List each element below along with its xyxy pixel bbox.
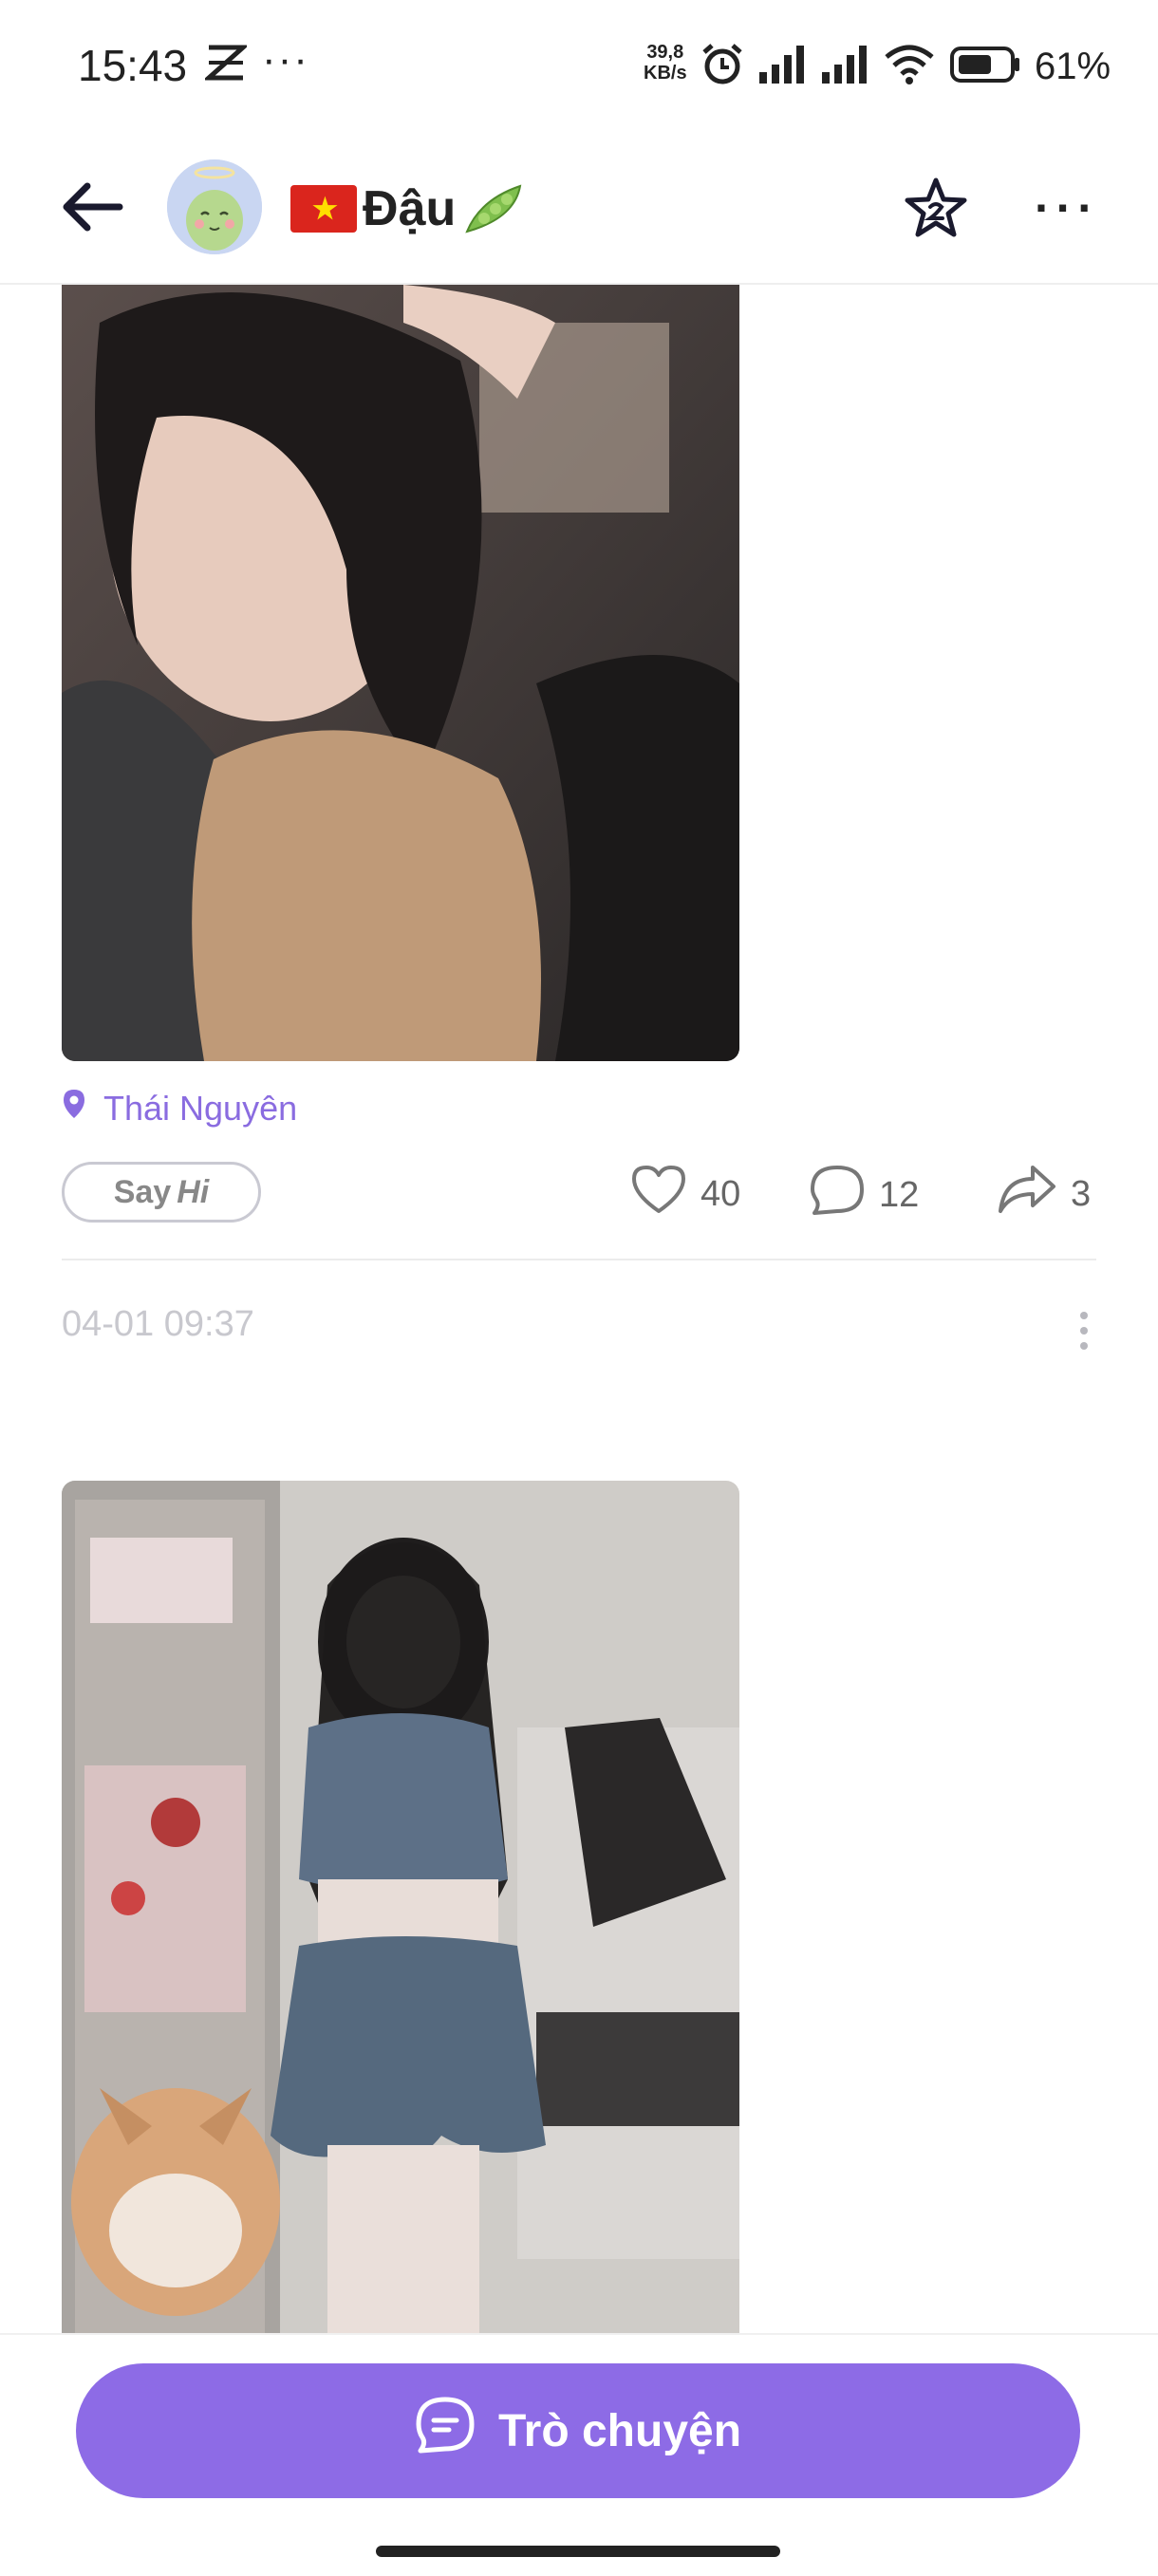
profile-name: Đậu xyxy=(363,181,457,236)
more-options-icon[interactable]: ··· xyxy=(1035,180,1099,235)
network-speed: 39,8 KB/s xyxy=(644,42,687,84)
profile-title: ★ Đậu xyxy=(290,180,528,237)
pea-pod-icon xyxy=(461,180,528,237)
vietnam-flag-icon: ★ xyxy=(290,185,357,233)
say-hi-button[interactable]: Say Hi xyxy=(62,1162,261,1223)
signal-icon xyxy=(757,44,807,90)
signal-icon-2 xyxy=(820,44,869,90)
like-count: 40 xyxy=(700,1173,741,1214)
status-time: 15:43 xyxy=(78,41,188,90)
chat-button-label: Trò chuyện xyxy=(497,2405,742,2456)
avatar[interactable] xyxy=(167,159,262,254)
bottom-bar: Trò chuyện xyxy=(0,2333,1158,2576)
profile-header: ★ Đậu ··· xyxy=(0,133,1158,285)
location-label: Thái Nguyên xyxy=(103,1088,298,1128)
battery-icon xyxy=(949,44,1021,90)
share-icon xyxy=(997,1164,1057,1224)
share-button[interactable]: 3 xyxy=(997,1164,1091,1224)
post-photo[interactable] xyxy=(62,1481,739,2335)
comment-button[interactable]: 12 xyxy=(809,1164,919,1226)
location-pin-icon xyxy=(62,1088,86,1129)
post-location[interactable]: Thái Nguyên xyxy=(62,1088,297,1129)
wifi-icon xyxy=(883,44,936,90)
status-bar: 15:43 ··· 39,8 KB/s 61% xyxy=(0,0,1158,133)
comment-count: 12 xyxy=(879,1174,920,1215)
chat-bubble-icon xyxy=(415,2396,476,2466)
share-count: 3 xyxy=(1071,1173,1092,1214)
post-more-icon[interactable] xyxy=(1080,1312,1088,1350)
post-timestamp: 04-01 09:37 xyxy=(62,1304,254,1344)
divider xyxy=(62,1259,1096,1260)
app-notification-icon xyxy=(202,44,250,86)
post-photo[interactable] xyxy=(62,285,739,1061)
chat-button[interactable]: Trò chuyện xyxy=(76,2363,1080,2498)
like-button[interactable]: 40 xyxy=(630,1164,740,1224)
heart-icon xyxy=(630,1164,687,1224)
home-indicator[interactable] xyxy=(376,2546,780,2557)
more-notifications-icon: ··· xyxy=(262,36,309,83)
battery-percent: 61% xyxy=(1035,45,1111,87)
favorite-star-icon[interactable] xyxy=(904,177,968,244)
network-speed-unit: KB/s xyxy=(644,63,687,84)
say-hi-suffix: Hi xyxy=(177,1173,210,1210)
alarm-icon xyxy=(700,43,744,91)
network-speed-value: 39,8 xyxy=(646,42,684,63)
comment-icon xyxy=(809,1164,866,1226)
say-hi-prefix: Say xyxy=(113,1173,172,1210)
back-arrow-icon[interactable] xyxy=(59,180,123,238)
